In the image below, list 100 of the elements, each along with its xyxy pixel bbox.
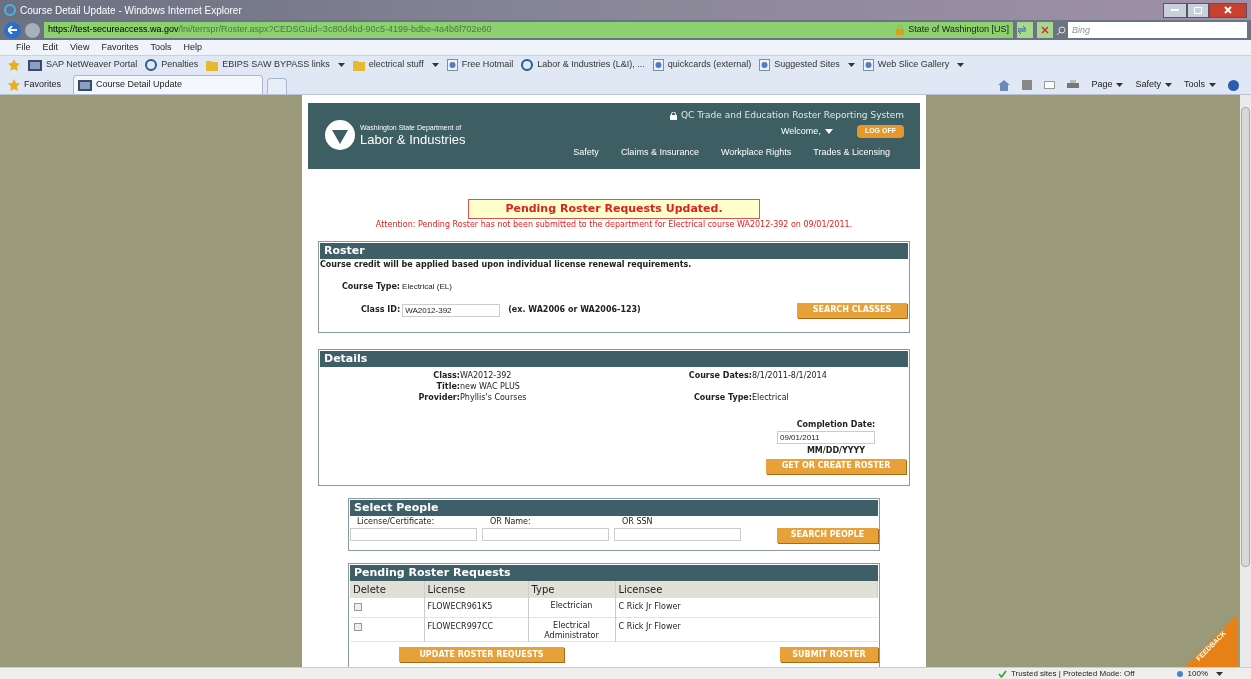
field-label: OR SSN [622,515,654,528]
close-button[interactable] [1209,2,1247,18]
forward-button[interactable] [25,22,40,38]
certificate-label: State of Washington [US] [908,23,1009,37]
section-heading: Pending Roster Requests [350,564,878,581]
delete-checkbox[interactable] [354,623,362,631]
back-button[interactable] [4,21,21,39]
security-zone: Trusted sites | Protected Mode: Off [998,667,1135,679]
favorites-link[interactable]: Web Slice Gallery [862,58,965,72]
site-logo-icon [28,59,42,71]
page-icon [759,59,771,71]
favorites-link[interactable]: Free Hotmail [446,58,514,72]
menu-item[interactable]: File [16,40,31,55]
status-message: Pending Roster Requests Updated. [468,198,760,219]
scrollbar[interactable] [1240,95,1251,667]
section-heading: Select People [350,499,878,516]
lock-icon [669,111,677,120]
address-field[interactable]: https://test-secureaccess.wa.gov/lni/terrspr/Roster.aspx?CEDSGuid=3c80d4bd-90c5-4199-bdbe-4a4b6f702e60 State of Washington [US] [44,22,1013,38]
field-label: License/Certificate: [357,515,436,528]
welcome-menu[interactable]: Welcome, [781,124,833,138]
stop-button[interactable] [1037,22,1053,38]
command-menu[interactable]: Safety [1135,78,1172,92]
search-input-field[interactable] [350,527,477,541]
search-input-field[interactable] [482,527,609,541]
site-nav-link[interactable]: Workplace Rights [720,146,792,160]
menu-item[interactable]: Tools [150,40,172,55]
menu-item[interactable]: Edit [42,40,59,55]
window-title: Course Detail Update - Windows Internet Explorer [20,3,242,18]
command-menu[interactable]: Page [1091,78,1124,92]
minimize-button[interactable] [1163,2,1187,18]
attention-text: Attention: Pending Roster has not been submitted to the department for Electrical course WA2012-392 on 09/01/2011. [375,218,853,231]
caret-icon [1216,671,1223,676]
class-id-hint: (ex. WA2006 or WA2006-123) [508,304,641,317]
mail-icon [1044,81,1056,89]
field-value: Phyllis's Courses [460,391,527,403]
table-cell: FLOWECR961K5 [424,597,528,618]
search-field[interactable]: Bing [1068,22,1247,38]
class-id-field[interactable]: WA2012-392 [402,303,501,317]
table-cell: FLOWECR997CC [424,617,528,642]
section-heading: Roster [320,242,908,259]
field-value: 8/1/2011-8/1/2014 [752,369,827,381]
favorites-link[interactable]: Suggested Sites [759,58,855,72]
field-value: new WAC PLUS [460,380,520,392]
menu-item[interactable]: Favorites [101,40,139,55]
browser-tab[interactable]: Course Detail Update [73,75,263,94]
refresh-icon [1017,25,1027,35]
caret-icon [824,128,833,134]
refresh-button[interactable] [1017,22,1033,38]
column-header: Delete [350,580,424,598]
column-header: Licensee [615,580,878,598]
checkmark-icon [998,669,1007,678]
table-cell: Electrician [528,597,615,618]
site-nav-link[interactable]: Trades & Licensing [813,146,890,160]
back-arrow-icon [8,26,17,34]
section-heading: Details [320,350,908,367]
field-label: Course Type: [692,391,752,403]
site-nav-link[interactable]: Safety [573,146,599,160]
address-path: /lni/terrspr/Roster.aspx?CEDSGuid=3c80d4bd-90c5-4199-bdbe-4a4b6f702e60 [178,23,492,37]
menu-item[interactable]: View [70,40,90,55]
table-cell: Electrical Administrator [528,617,615,642]
favorites-link[interactable]: quickcards (external) [652,58,752,72]
caret-icon [1209,83,1216,87]
field-label: Class ID: [361,304,401,317]
folder-icon [206,59,219,71]
maximize-button[interactable] [1187,2,1209,18]
table-cell: C Rick Jr Flower [615,597,878,618]
field-label: Completion Date: [796,418,876,431]
circle-logo-icon [521,59,534,71]
field-label: Course Type: [342,280,401,293]
table-cell: C Rick Jr Flower [615,617,878,642]
caret-icon [1165,83,1172,87]
favorites-link[interactable]: SAP NetWeaver Portal [28,58,138,72]
field-value: Electrical [752,391,789,403]
favorites-button[interactable]: Favorites [8,76,69,94]
field-label: Title: [435,380,460,392]
favorites-link[interactable]: EBIPS SAW BYPASS links [206,58,345,72]
home-icon [998,79,1011,91]
lock-icon [896,25,905,35]
system-name: QC Trade and Education Roster Reporting System [669,109,904,123]
menu-item[interactable]: Help [183,40,202,55]
search-input-field[interactable] [614,527,741,541]
delete-checkbox[interactable] [354,602,362,611]
department-logo-icon [324,119,356,151]
star-icon [8,79,20,91]
zoom-level[interactable]: 100% [1175,667,1223,679]
site-nav-link[interactable]: Claims & Insurance [620,146,699,160]
command-menu[interactable]: Tools [1184,78,1216,92]
page-icon [446,59,458,71]
field-label: OR Name: [490,515,532,528]
favorites-link[interactable]: Penalties [145,58,199,72]
new-tab-button[interactable] [267,78,287,94]
favorites-link[interactable]: Labor & Industries (L&I), ... [521,58,645,72]
folder-icon [352,59,365,71]
close-icon [1224,6,1232,14]
close-icon [1041,26,1049,34]
help-icon [1228,79,1239,91]
favorites-link[interactable]: electrical stuff [352,58,439,72]
course-credit-note: Course credit will be applied based upon individual license renewal requirements. [320,258,693,271]
column-header: Type [528,580,615,598]
completion-date-field[interactable]: 09/01/2011 [777,430,875,444]
